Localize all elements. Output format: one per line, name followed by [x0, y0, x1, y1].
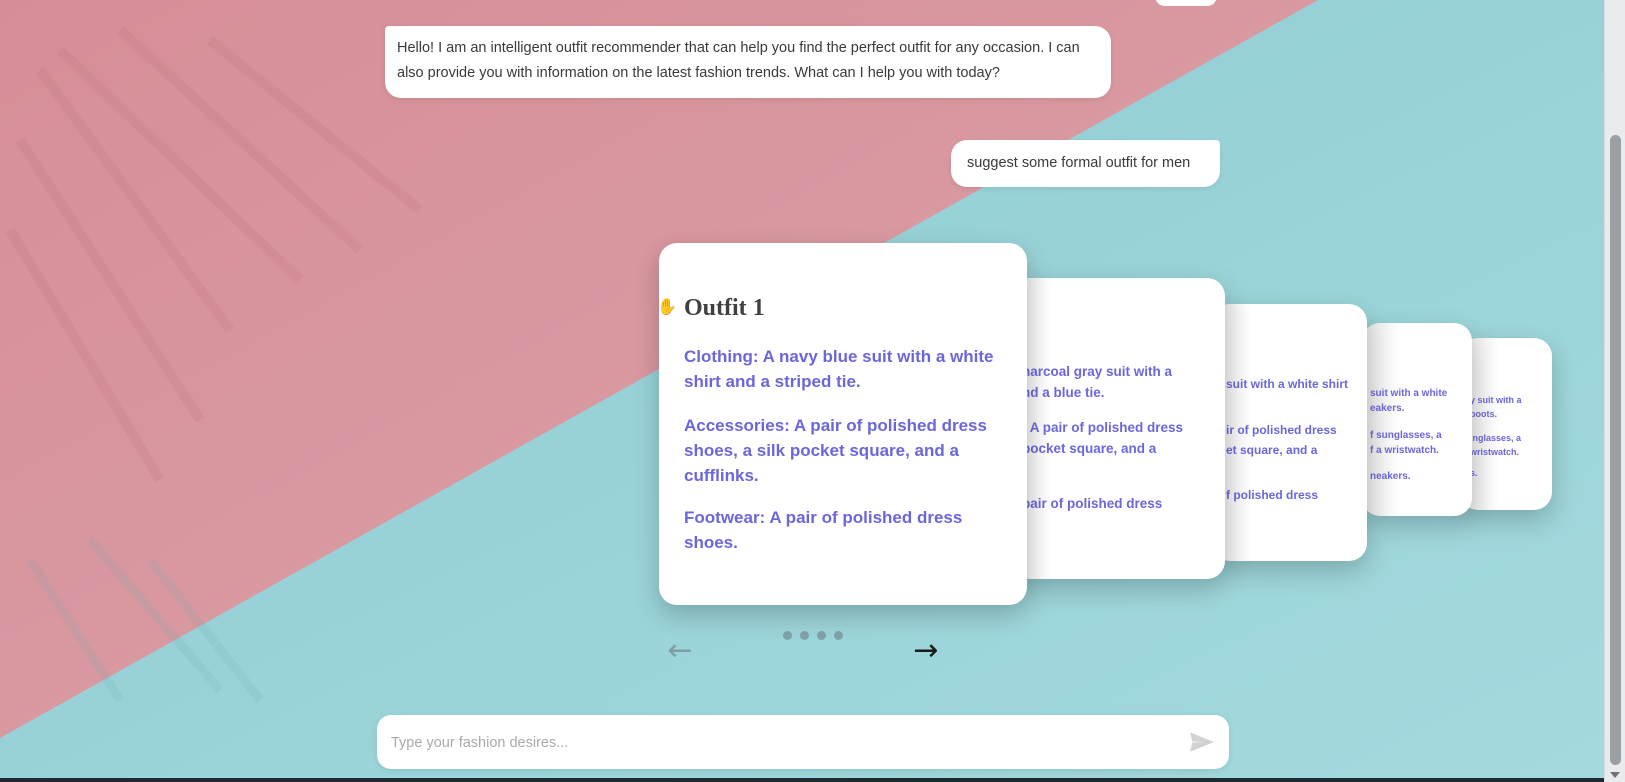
send-icon[interactable]	[1189, 731, 1215, 753]
previous-message-bubble	[1155, 0, 1217, 6]
outfit-card-5[interactable]: y suit with a boots. inglasses, a wristw…	[1460, 338, 1552, 510]
pagination-dot[interactable]	[783, 631, 792, 640]
outfit-card-3[interactable]: suit with a white shirt ir of polished d…	[1212, 304, 1367, 561]
card4-text-5: neakers.	[1370, 471, 1411, 482]
card5-text-2: boots.	[1470, 409, 1497, 419]
user-message-text: suggest some formal outfit for men	[967, 155, 1191, 171]
card3-text-2: ir of polished dress	[1226, 423, 1337, 437]
bot-message-bubble: Hello! I am an intelligent outfit recomm…	[385, 26, 1111, 98]
vertical-scrollbar[interactable]	[1604, 0, 1625, 782]
card3-text-3: et square, and a	[1226, 443, 1318, 457]
card-shade	[1362, 323, 1402, 516]
card3-text-4: f polished dress	[1226, 488, 1319, 502]
message-composer	[377, 715, 1229, 771]
card3-text-1: suit with a white shirt	[1226, 377, 1349, 391]
outfit-accessories-text: Accessories: A pair of polished dress sh…	[684, 416, 987, 485]
card2-text-1: harcoal gray suit with a	[1022, 364, 1173, 379]
hand-pointer-icon: ✋	[657, 299, 677, 316]
outfit-clothing-text: Clothing: A navy blue suit with a white …	[684, 347, 994, 391]
bot-message-text: Hello! I am an intelligent outfit recomm…	[397, 40, 1080, 81]
user-message-bubble: suggest some formal outfit for men	[951, 140, 1220, 187]
pagination-dot[interactable]	[817, 631, 826, 640]
arrow-right-icon[interactable]: →	[911, 636, 941, 666]
card4-text-3: f sunglasses, a	[1370, 430, 1442, 441]
outfit-card-2[interactable]: harcoal gray suit with a nd a blue tie. …	[1010, 278, 1225, 579]
outfit-card-title: Outfit 1	[684, 295, 765, 321]
pagination-dot[interactable]	[800, 631, 809, 640]
pagination-dot[interactable]	[834, 631, 843, 640]
outfit-card-4[interactable]: suit with a white eakers. f sunglasses, …	[1362, 323, 1472, 516]
scrollbar-thumb[interactable]	[1610, 135, 1621, 765]
card2-text-5: pair of polished dress	[1022, 496, 1163, 511]
card2-text-3: : A pair of polished dress	[1022, 420, 1184, 435]
outfit-footwear-text: Footwear: A pair of polished dress shoes…	[684, 508, 963, 552]
carousel-pagination	[783, 631, 843, 640]
arrow-left-icon[interactable]: ←	[665, 636, 695, 666]
card4-text-2: eakers.	[1370, 403, 1405, 414]
card5-text-4: wristwatch.	[1470, 447, 1520, 457]
card4-text-1: suit with a white	[1370, 388, 1448, 399]
card5-text-1: y suit with a	[1470, 395, 1522, 405]
card4-text-4: f a wristwatch.	[1370, 445, 1439, 456]
card2-text-2: nd a blue tie.	[1022, 385, 1105, 400]
outfit-card-active[interactable]: Outfit 1 Clothing: A navy blue suit with…	[659, 243, 1027, 605]
card2-text-4: pocket square, and a	[1022, 441, 1157, 456]
scroll-down-arrow-icon[interactable]	[1610, 772, 1620, 778]
card5-text-3: inglasses, a	[1470, 433, 1522, 443]
message-input[interactable]	[389, 715, 1163, 771]
window-bottom-edge	[0, 778, 1605, 782]
